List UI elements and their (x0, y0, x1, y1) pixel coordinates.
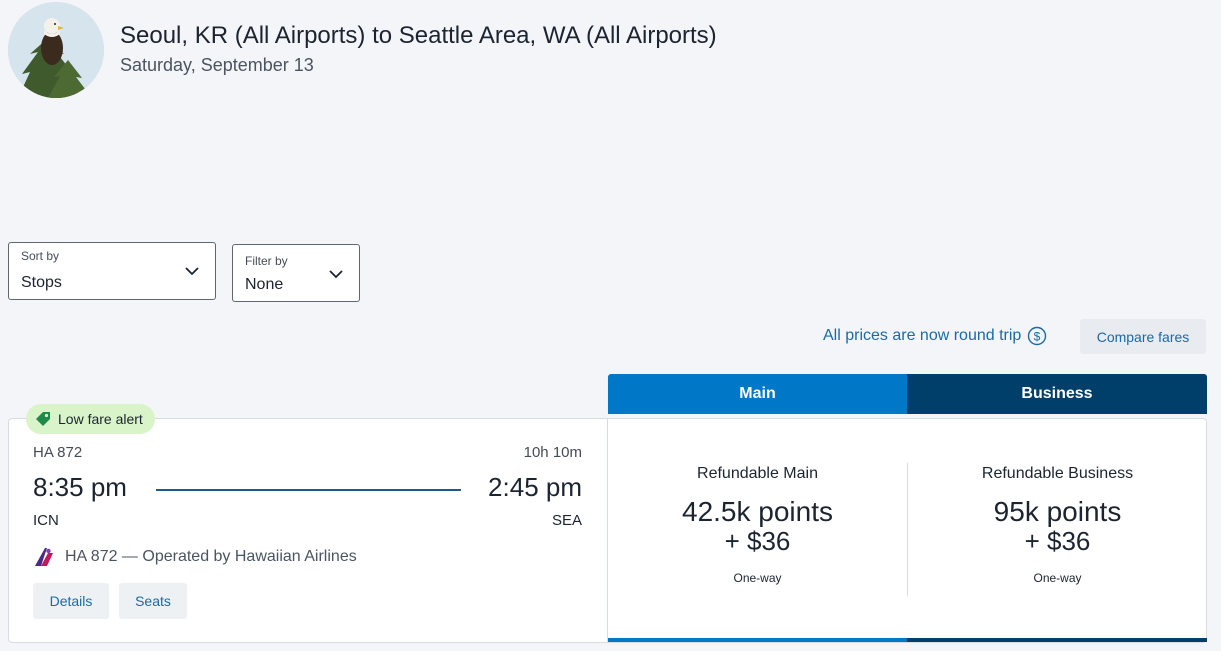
round-trip-notice-text: All prices are now round trip (823, 327, 1022, 344)
destination-airport-code: SEA (551, 512, 582, 529)
page-title: Seoul, KR (All Airports) to Seattle Area… (120, 22, 717, 49)
dollar-circle-icon: $ (1028, 326, 1047, 346)
chevron-down-icon (185, 267, 199, 276)
fare-option-main[interactable]: Refundable Main 42.5k points + $36 One-w… (608, 419, 907, 642)
travel-date: Saturday, September 13 (120, 55, 314, 75)
main-cabin-indicator-bar (608, 638, 907, 642)
fare-panel: Refundable Main 42.5k points + $36 One-w… (607, 419, 1207, 642)
low-fare-alert-badge: Low fare alert (26, 404, 155, 434)
filter-select[interactable]: Filter by None (232, 244, 360, 302)
operated-by: HA 872 — Operated by Hawaiian Airlines (33, 547, 357, 567)
arrival-time: 2:45 pm (488, 472, 582, 502)
fare-name: Refundable Main (697, 465, 818, 482)
fare-trip-type: One-way (1033, 571, 1082, 585)
chevron-down-icon (329, 270, 343, 279)
seats-button[interactable]: Seats (119, 583, 187, 619)
compare-fares-button[interactable]: Compare fares (1080, 319, 1206, 354)
details-button[interactable]: Details (33, 583, 109, 619)
filter-select-value: None (245, 276, 284, 293)
sort-select-value: Stops (21, 274, 62, 291)
sort-select[interactable]: Sort by Stops (8, 242, 216, 300)
business-cabin-indicator-bar (907, 638, 1207, 642)
low-fare-alert-text: Low fare alert (58, 411, 143, 427)
cabin-header-business[interactable]: Business (907, 374, 1207, 414)
eagle-avatar (8, 2, 104, 98)
price-tag-icon (36, 412, 50, 426)
svg-text:$: $ (1034, 330, 1041, 344)
cabin-header-main[interactable]: Main (608, 374, 907, 414)
filter-select-label: Filter by (245, 254, 288, 268)
round-trip-notice-link[interactable]: All prices are now round trip $ (823, 326, 1047, 346)
fare-cash: + $36 (1024, 526, 1091, 556)
fare-option-business[interactable]: Refundable Business 95k points + $36 One… (908, 419, 1207, 642)
flight-duration: 10h 10m (523, 444, 582, 461)
departure-time: 8:35 pm (33, 472, 127, 502)
fare-cash: + $36 (724, 526, 791, 556)
sort-select-label: Sort by (21, 249, 60, 263)
fare-trip-type: One-way (733, 571, 782, 585)
fare-name: Refundable Business (981, 465, 1134, 482)
flight-number: HA 872 (33, 444, 83, 461)
fare-points: 95k points (993, 496, 1122, 527)
hawaiian-airlines-logo (35, 548, 53, 566)
route-line (156, 489, 461, 491)
operated-by-text: HA 872 — Operated by Hawaiian Airlines (65, 548, 357, 565)
eagle-avatar-icon (8, 2, 104, 98)
fare-points: 42.5k points (682, 496, 833, 527)
origin-airport-code: ICN (33, 512, 59, 529)
